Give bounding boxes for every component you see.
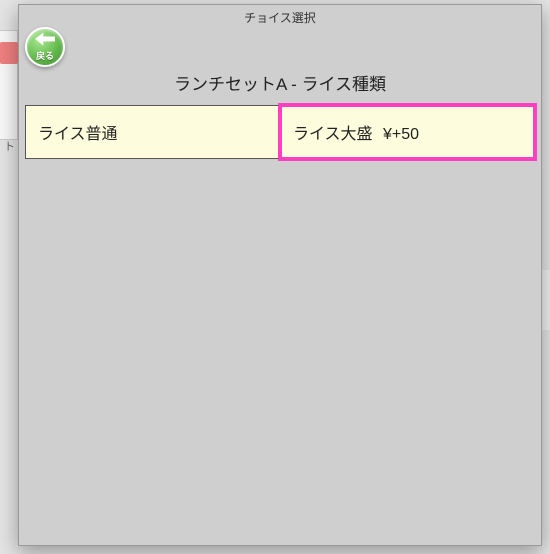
option-price: ¥+50: [383, 126, 419, 143]
background-panel-right: [542, 270, 550, 330]
background-button: [0, 42, 18, 64]
background-label: ト: [4, 138, 15, 154]
back-button[interactable]: 戻る: [25, 27, 65, 67]
choice-modal: チョイス選択 戻る ランチセットA - ライス種類 ライス普通 ライス大盛 ¥+…: [18, 4, 542, 546]
option-rice-large[interactable]: ライス大盛 ¥+50: [280, 105, 535, 159]
back-button-label: 戻る: [36, 49, 54, 62]
option-list: ライス普通 ライス大盛 ¥+50: [19, 105, 541, 159]
option-label: ライス普通: [38, 126, 118, 143]
choice-heading: ランチセットA - ライス種類: [19, 70, 541, 95]
option-rice-normal[interactable]: ライス普通: [25, 105, 280, 159]
option-label: ライス大盛: [293, 126, 373, 143]
modal-title: チョイス選択: [19, 5, 541, 30]
